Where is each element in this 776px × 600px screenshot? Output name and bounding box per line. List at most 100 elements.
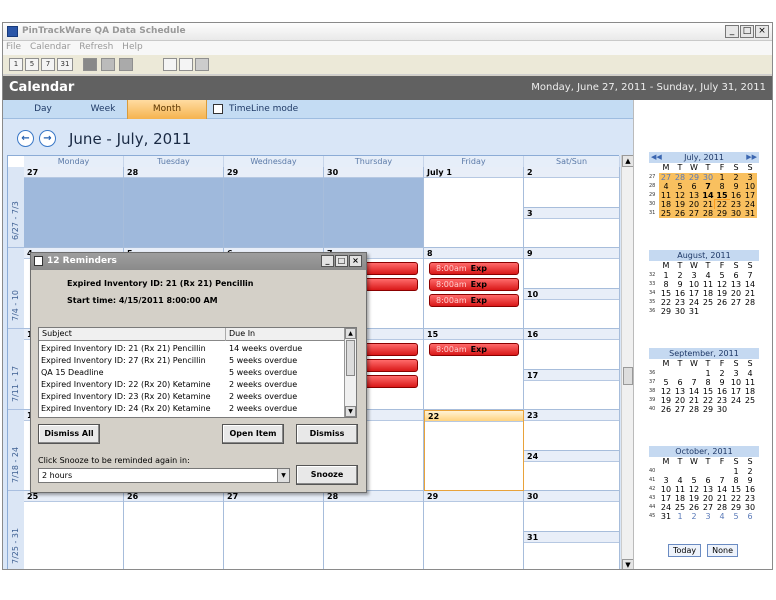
- mini-day[interactable]: 27: [701, 503, 715, 512]
- weekend-cell[interactable]: 30 31: [524, 491, 620, 569]
- mini-next-icon[interactable]: ▶▶: [746, 152, 757, 163]
- dismiss-button[interactable]: Dismiss: [296, 424, 358, 444]
- mini-day[interactable]: 20: [687, 200, 701, 209]
- mini-day[interactable]: 7: [715, 476, 729, 485]
- mini-day[interactable]: 5: [659, 378, 673, 387]
- mini-day[interactable]: [743, 405, 757, 414]
- mini-day[interactable]: 16: [729, 191, 743, 200]
- mini-day[interactable]: 23: [673, 298, 687, 307]
- mini-day[interactable]: 22: [714, 199, 730, 210]
- mini-day[interactable]: 15: [715, 191, 729, 200]
- mini-day[interactable]: 18: [659, 200, 673, 209]
- month-view-icon[interactable]: 31: [57, 58, 73, 71]
- day-cell[interactable]: 28: [124, 167, 224, 248]
- mini-day[interactable]: [729, 307, 743, 316]
- mini-day[interactable]: [715, 467, 729, 476]
- day-cell[interactable]: 27: [224, 491, 324, 569]
- day-cell[interactable]: 26: [124, 491, 224, 569]
- mini-day[interactable]: 4: [659, 182, 673, 191]
- maximize-button[interactable]: □: [740, 25, 754, 38]
- mini-day[interactable]: 12: [659, 387, 673, 396]
- mini-day[interactable]: 3: [687, 271, 701, 280]
- mini-day[interactable]: [687, 467, 701, 476]
- mini-day[interactable]: 17: [659, 494, 673, 503]
- mini-day[interactable]: 6: [701, 476, 715, 485]
- mini-day[interactable]: 31: [687, 307, 701, 316]
- mini-day[interactable]: 17: [729, 387, 743, 396]
- mini-day[interactable]: 12: [673, 191, 687, 200]
- mini-day[interactable]: 14: [743, 280, 757, 289]
- weekend-cell[interactable]: 23: [524, 167, 620, 248]
- mini-day[interactable]: 3: [729, 369, 743, 378]
- day-cell[interactable]: 30: [324, 167, 424, 248]
- menu-calendar[interactable]: Calendar: [27, 41, 73, 53]
- mini-day[interactable]: 12: [715, 280, 729, 289]
- scroll-thumb[interactable]: [623, 367, 633, 385]
- mini-day[interactable]: [715, 307, 729, 316]
- list-scroll-up-icon[interactable]: ▲: [345, 328, 356, 339]
- mini-day[interactable]: 25: [673, 503, 687, 512]
- calendar-scrollbar[interactable]: ▲ ▼: [621, 155, 634, 569]
- mini-day[interactable]: 13: [701, 485, 715, 494]
- mini-day[interactable]: 17: [687, 289, 701, 298]
- day-cell[interactable]: July 1: [424, 167, 524, 248]
- mini-day[interactable]: 11: [743, 378, 757, 387]
- mini-day[interactable]: 11: [701, 280, 715, 289]
- mini-day[interactable]: 24: [743, 200, 757, 209]
- mini-day[interactable]: 4: [743, 369, 757, 378]
- mini-day[interactable]: 29: [729, 503, 743, 512]
- mini-day[interactable]: 4: [673, 476, 687, 485]
- mini-day[interactable]: 23: [729, 200, 743, 209]
- snooze-button[interactable]: Snooze: [296, 465, 358, 485]
- week-label[interactable]: 7/11 - 17: [8, 329, 24, 410]
- mini-day[interactable]: 15: [659, 289, 673, 298]
- mini-day[interactable]: 9: [743, 476, 757, 485]
- mini-day[interactable]: [673, 467, 687, 476]
- menu-file[interactable]: File: [3, 41, 24, 53]
- dismiss-all-button[interactable]: Dismiss All: [38, 424, 100, 444]
- mini-day[interactable]: [729, 405, 743, 414]
- mini-day[interactable]: 29: [715, 209, 729, 218]
- mini-day[interactable]: 21: [743, 289, 757, 298]
- menu-refresh[interactable]: Refresh: [76, 41, 116, 53]
- mini-day[interactable]: 26: [673, 209, 687, 218]
- mini-day[interactable]: 31: [743, 209, 757, 218]
- column-due-in[interactable]: Due In: [226, 328, 345, 341]
- weekend-cell[interactable]: 16 17: [524, 329, 620, 410]
- mini-day[interactable]: 29: [701, 405, 715, 414]
- list-scroll-thumb[interactable]: [346, 340, 355, 376]
- mini-prev-icon[interactable]: ◀◀: [651, 152, 662, 163]
- mini-day[interactable]: 3: [743, 173, 757, 182]
- mini-day[interactable]: 18: [743, 387, 757, 396]
- mini-day[interactable]: 16: [673, 289, 687, 298]
- appointment[interactable]: 8:00am Exp: [429, 343, 519, 356]
- day-cell[interactable]: 29: [424, 491, 524, 569]
- mini-day[interactable]: 14: [687, 387, 701, 396]
- mini-day[interactable]: 5: [729, 512, 743, 521]
- mini-day[interactable]: 27: [659, 173, 673, 182]
- mini-day[interactable]: 4: [715, 512, 729, 521]
- mini-day[interactable]: 26: [687, 503, 701, 512]
- reminder-maximize-button[interactable]: □: [335, 255, 348, 267]
- mini-day[interactable]: 28: [701, 209, 715, 218]
- snooze-select[interactable]: 2 hours ▼: [38, 468, 290, 483]
- reminder-row[interactable]: Expired Inventory ID: 24 (Rx 20) Ketamin…: [39, 403, 345, 414]
- mini-day[interactable]: 30: [701, 173, 715, 182]
- workweek-view-icon[interactable]: 5: [25, 58, 39, 71]
- weekend-cell[interactable]: 23 24: [524, 410, 620, 491]
- chevron-down-icon[interactable]: ▼: [277, 469, 289, 482]
- mini-day[interactable]: 8: [715, 182, 729, 191]
- reminders-list[interactable]: Subject Due In ▲ ▼ Expired Inventory ID:…: [38, 327, 357, 418]
- day-cell[interactable]: 28: [324, 491, 424, 569]
- week-label[interactable]: 6/27 - 7/3: [8, 167, 24, 248]
- mini-day[interactable]: 21: [687, 396, 701, 405]
- mini-day[interactable]: 14: [701, 191, 715, 200]
- mini-day[interactable]: 21: [715, 494, 729, 503]
- mini-day[interactable]: 6: [673, 378, 687, 387]
- mini-day[interactable]: [673, 369, 687, 378]
- mini-day[interactable]: 13: [673, 387, 687, 396]
- mini-day[interactable]: 30: [715, 405, 729, 414]
- mini-day[interactable]: 20: [673, 396, 687, 405]
- day-view-icon[interactable]: 1: [9, 58, 23, 71]
- group-icon[interactable]: [101, 58, 115, 71]
